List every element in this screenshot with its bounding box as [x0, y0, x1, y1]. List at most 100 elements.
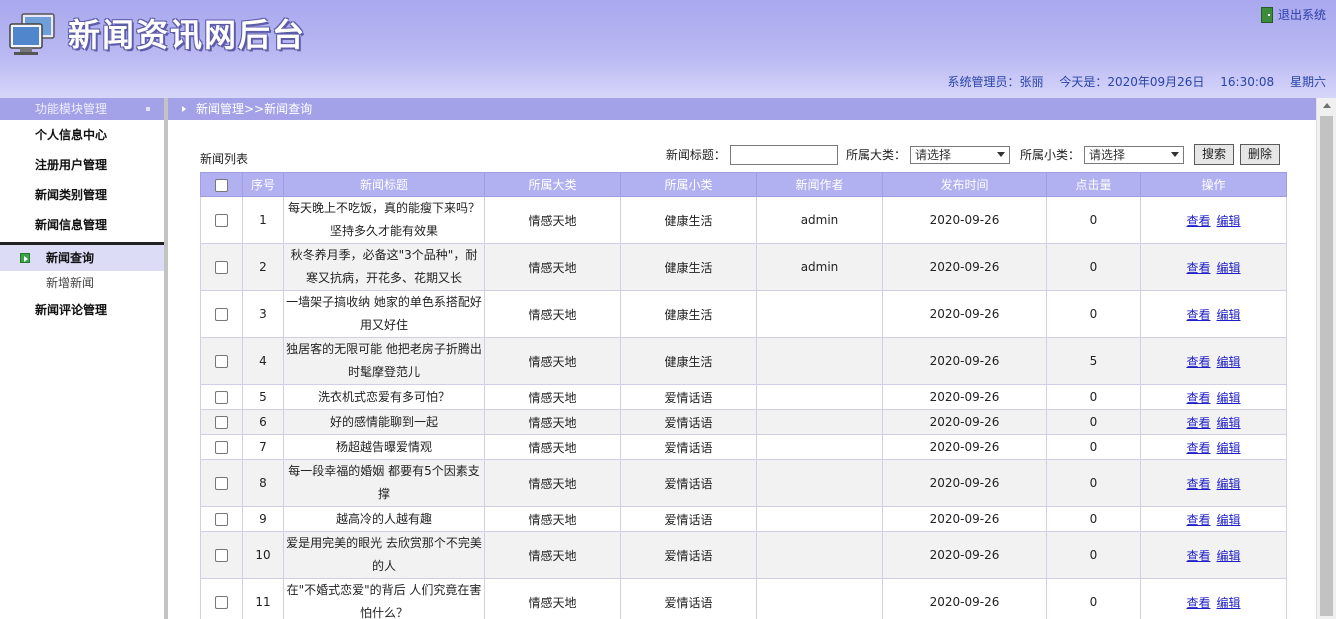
sidebar-submenu: 新闻查询 新增新闻: [0, 242, 164, 295]
view-link[interactable]: 查看: [1186, 391, 1210, 405]
cell-subcategory: 爱情话语: [620, 459, 757, 507]
row-checkbox[interactable]: [215, 214, 228, 227]
edit-link[interactable]: 编辑: [1217, 477, 1241, 491]
row-select-cell: [200, 578, 243, 619]
cell-hits: 0: [1046, 434, 1141, 460]
view-link[interactable]: 查看: [1186, 355, 1210, 369]
cell-actions: 查看 编辑: [1140, 290, 1287, 338]
column-header: 序号: [242, 172, 284, 197]
edit-link[interactable]: 编辑: [1217, 355, 1241, 369]
breadcrumb: 新闻管理>>新闻查询: [168, 98, 1316, 120]
row-checkbox[interactable]: [215, 441, 228, 454]
cell-subcategory: 健康生活: [620, 337, 757, 385]
weekday-label: 星期六: [1289, 75, 1326, 89]
cell-date: 2020-09-26: [882, 506, 1047, 532]
chevron-down-icon: [1170, 151, 1179, 157]
table-row: 7 杨超越告曝爱情观 情感天地 爱情话语 2020-09-26 0 查看 编辑: [200, 434, 1287, 460]
cell-title: 好的感情能聊到一起: [283, 409, 485, 435]
column-header: 所属小类: [620, 172, 757, 197]
admin-label: 系统管理员：张丽: [947, 75, 1044, 89]
cell-no: 5: [242, 384, 284, 410]
view-link[interactable]: 查看: [1186, 596, 1210, 610]
logout-link[interactable]: 退出系统: [1260, 6, 1326, 23]
row-checkbox[interactable]: [215, 596, 228, 609]
select-all-checkbox[interactable]: [215, 178, 228, 192]
cell-actions: 查看 编辑: [1140, 434, 1287, 460]
row-checkbox[interactable]: [215, 261, 228, 274]
cell-date: 2020-09-26: [882, 290, 1047, 338]
triangle-icon: [182, 106, 186, 112]
row-checkbox[interactable]: [215, 391, 228, 404]
cell-title: 每一段幸福的婚姻 都要有5个因素支撑: [283, 459, 485, 507]
sidebar-item-news-query[interactable]: 新闻查询: [0, 245, 164, 271]
cell-actions: 查看 编辑: [1140, 531, 1287, 579]
cell-author: admin: [756, 243, 883, 291]
table-row: 11 在"不婚式恋爱"的背后 人们究竟在害怕什么？ 情感天地 爱情话语 2020-09-…: [200, 578, 1287, 619]
row-checkbox[interactable]: [215, 513, 228, 526]
row-checkbox[interactable]: [215, 416, 228, 429]
cell-no: 1: [242, 196, 284, 244]
cell-title: 秋冬养月季，必备这"3个品种"，耐寒又抗病，开花多、花期又长: [283, 243, 485, 291]
cell-no: 2: [242, 243, 284, 291]
edit-link[interactable]: 编辑: [1217, 596, 1241, 610]
view-link[interactable]: 查看: [1186, 513, 1210, 527]
subcategory-select[interactable]: 请选择: [1083, 145, 1184, 164]
cell-title: 爱是用完美的眼光 去欣赏那个不完美的人: [283, 531, 485, 579]
cell-category: 情感天地: [484, 384, 621, 410]
subcategory-select-value: 请选择: [1088, 147, 1125, 162]
cell-title: 每天晚上不吃饭，真的能瘦下来吗？坚持多久才能有效果: [283, 196, 485, 244]
title-search-input[interactable]: [729, 144, 838, 165]
cell-category: 情感天地: [484, 337, 621, 385]
sidebar-item-add-news[interactable]: 新增新闻: [0, 271, 164, 295]
edit-link[interactable]: 编辑: [1217, 261, 1241, 275]
edit-link[interactable]: 编辑: [1217, 308, 1241, 322]
edit-link[interactable]: 编辑: [1217, 549, 1241, 563]
time-label: 16:30:08: [1220, 75, 1275, 89]
row-checkbox[interactable]: [215, 308, 228, 321]
view-link[interactable]: 查看: [1186, 549, 1210, 563]
search-button[interactable]: 搜索: [1193, 144, 1234, 165]
column-header: 发布时间: [882, 172, 1047, 197]
cell-actions: 查看 编辑: [1140, 337, 1287, 385]
cell-date: 2020-09-26: [882, 337, 1047, 385]
view-link[interactable]: 查看: [1186, 308, 1210, 322]
sidebar-item-comments[interactable]: 新闻评论管理: [0, 295, 164, 325]
status-line: 系统管理员：张丽 今天是：2020年09月26日 16:30:08 星期六: [935, 73, 1326, 90]
scroll-up-icon[interactable]: [1323, 103, 1331, 108]
table-row: 2 秋冬养月季，必备这"3个品种"，耐寒又抗病，开花多、花期又长 情感天地 健康生活 a…: [200, 243, 1287, 291]
view-link[interactable]: 查看: [1186, 477, 1210, 491]
cell-hits: 5: [1046, 337, 1141, 385]
delete-button[interactable]: 删除: [1239, 144, 1280, 165]
category-select[interactable]: 请选择: [909, 145, 1010, 164]
row-checkbox[interactable]: [215, 477, 228, 490]
cell-subcategory: 爱情话语: [620, 506, 757, 532]
cell-actions: 查看 编辑: [1140, 578, 1287, 619]
category-select-value: 请选择: [914, 147, 951, 162]
row-checkbox[interactable]: [215, 355, 228, 368]
edit-link[interactable]: 编辑: [1217, 391, 1241, 405]
cell-category: 情感天地: [484, 459, 621, 507]
edit-link[interactable]: 编辑: [1217, 441, 1241, 455]
table-row: 10 爱是用完美的眼光 去欣赏那个不完美的人 情感天地 爱情话语 2020-09-26 0…: [200, 531, 1287, 579]
view-link[interactable]: 查看: [1186, 441, 1210, 455]
view-link[interactable]: 查看: [1186, 416, 1210, 430]
vertical-scrollbar[interactable]: [1316, 98, 1336, 619]
cell-author: [756, 409, 883, 435]
cell-hits: 0: [1046, 196, 1141, 244]
cell-category: 情感天地: [484, 531, 621, 579]
scroll-thumb[interactable]: [1320, 116, 1333, 616]
sidebar-item-categories[interactable]: 新闻类别管理: [0, 180, 164, 210]
sidebar-item-profile[interactable]: 个人信息中心: [0, 120, 164, 150]
main-content: 新闻列表 新闻标题： 所属大类： 请选择 所属小类： 请选择 搜索 删除 序号 …: [172, 120, 1316, 619]
row-checkbox[interactable]: [215, 549, 228, 562]
search-bar: 新闻标题： 所属大类： 请选择 所属小类： 请选择 搜索 删除: [666, 144, 1286, 165]
view-link[interactable]: 查看: [1186, 214, 1210, 228]
sidebar-item-users[interactable]: 注册用户管理: [0, 150, 164, 180]
edit-link[interactable]: 编辑: [1217, 214, 1241, 228]
cell-author: [756, 337, 883, 385]
edit-link[interactable]: 编辑: [1217, 416, 1241, 430]
cell-date: 2020-09-26: [882, 243, 1047, 291]
edit-link[interactable]: 编辑: [1217, 513, 1241, 527]
view-link[interactable]: 查看: [1186, 261, 1210, 275]
sidebar-item-news[interactable]: 新闻信息管理: [0, 210, 164, 240]
